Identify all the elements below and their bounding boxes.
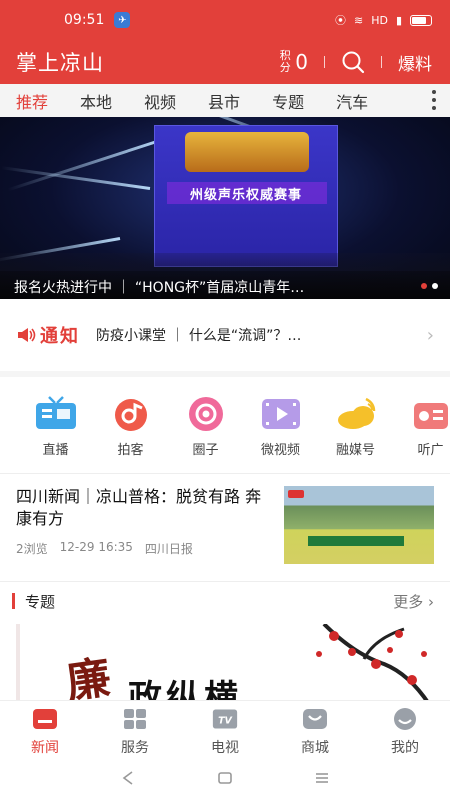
app-title: 掌上凉山: [16, 51, 104, 75]
nav-services[interactable]: 服务: [90, 701, 180, 760]
section-title: 专题: [25, 592, 56, 611]
quick-link-label: 直播: [42, 443, 69, 458]
quick-link-label: 圈子: [192, 443, 219, 458]
app-bar: 掌上凉山 积分 0 爆料: [0, 40, 450, 84]
quick-link-circle[interactable]: 圈子: [168, 395, 243, 473]
nav-label: 电视: [211, 740, 239, 756]
notification-badge-icon: ✈: [114, 12, 131, 28]
nav-news[interactable]: 新闻: [0, 701, 90, 760]
topic-banner[interactable]: 廉 政纵横: [16, 624, 434, 706]
battery-icon: [410, 14, 432, 26]
tab-recommend[interactable]: 推荐: [16, 89, 48, 113]
radio-icon: [408, 395, 450, 433]
wifi-icon: ≋: [353, 13, 364, 27]
back-icon[interactable]: [120, 770, 136, 790]
shop-icon: [302, 707, 328, 731]
status-icons: ⦿ ≋ HD ▮: [335, 12, 432, 28]
quick-link-media[interactable]: 融媒号: [318, 395, 393, 473]
quick-link-label: 微视频: [260, 443, 300, 458]
thumbnail-caption-bar: [308, 536, 404, 546]
news-icon: [32, 707, 58, 731]
topics-section-header: 专题 更多 ›: [0, 582, 450, 620]
signal-icon: ▮: [395, 13, 402, 27]
status-bar: 09:51 ✈ ⦿ ≋ HD ▮: [0, 0, 450, 40]
channel-tabs: 推荐 本地 视频 县市 专题 汽车: [0, 84, 450, 117]
carousel-dots: [421, 283, 438, 289]
chevron-right-icon: ›: [426, 324, 434, 346]
news-meta: 2浏览 12-29 16:35 四川日报: [16, 540, 272, 557]
news-thumbnail: [284, 486, 434, 564]
tab-auto[interactable]: 汽车: [336, 89, 368, 113]
video-icon: [258, 395, 304, 433]
tab-topics[interactable]: 专题: [272, 89, 304, 113]
news-views: 2浏览: [16, 542, 48, 556]
nav-tv[interactable]: TV 电视: [180, 701, 270, 760]
news-source: 四川日报: [144, 542, 193, 556]
tab-counties[interactable]: 县市: [208, 89, 240, 113]
circle-icon: [183, 395, 229, 433]
stage-screen: 州级声乐权威赛事: [154, 125, 338, 267]
more-topics-link[interactable]: 更多 ›: [393, 591, 434, 612]
channel-logo: [288, 490, 304, 498]
notice-label: 通知: [40, 326, 80, 347]
section-accent: [12, 593, 15, 609]
profile-icon: [392, 707, 418, 731]
screen-text: 州级声乐权威赛事: [189, 188, 302, 203]
megaphone-icon: [16, 327, 36, 343]
banner-caption: 报名火热进行中 ｜ “HONG杯”首届凉山青年…: [0, 271, 450, 299]
topic-calligraphy: 廉: [63, 652, 114, 706]
quick-link-paike[interactable]: 拍客: [93, 395, 168, 473]
nav-shop[interactable]: 商城: [270, 701, 360, 760]
points-value: 0: [295, 50, 308, 74]
top-header: 09:51 ✈ ⦿ ≋ HD ▮ 掌上凉山 积分 0 爆料: [0, 0, 450, 84]
location-icon: ⦿: [334, 14, 346, 27]
tv-live-icon: [33, 395, 79, 433]
quick-link-radio[interactable]: 听广: [393, 395, 450, 473]
system-nav-bar: [0, 760, 450, 800]
hero-banner[interactable]: 州级声乐权威赛事 报名火热进行中 ｜ “HONG杯”首届凉山青年…: [0, 117, 450, 299]
stage-light-beam: [1, 166, 151, 190]
tab-video[interactable]: 视频: [144, 89, 176, 113]
quick-link-label: 听广: [417, 443, 444, 458]
bottom-nav: 新闻 服务 TV 电视 商城 我的: [0, 700, 450, 760]
quick-link-microvideo[interactable]: 微视频: [243, 395, 318, 473]
quick-link-live[interactable]: 直播: [18, 395, 93, 473]
nav-label: 我的: [391, 740, 419, 756]
notice-text: 防疫小课堂 ｜ 什么是“流调”？…: [96, 328, 302, 344]
event-logo: [185, 132, 309, 172]
recents-icon[interactable]: [314, 770, 330, 790]
divider: [324, 56, 325, 68]
network-label: HD: [371, 13, 388, 27]
status-time: 09:51: [64, 12, 105, 28]
stage-light-beam: [7, 139, 161, 192]
nav-profile[interactable]: 我的: [360, 701, 450, 760]
points-label: 积分: [279, 49, 291, 74]
nav-label: 新闻: [31, 740, 59, 756]
divider: [381, 56, 382, 68]
tab-local[interactable]: 本地: [80, 89, 112, 113]
news-item[interactable]: 四川新闻｜凉山普格：脱贫有路 奔康有方 2浏览 12-29 16:35 四川日报: [0, 474, 450, 582]
grid-icon: [122, 707, 148, 731]
nav-label: 服务: [121, 740, 149, 756]
tv-icon: TV: [212, 707, 238, 731]
search-icon[interactable]: [341, 50, 365, 74]
more-tabs-icon[interactable]: [432, 90, 436, 110]
points-display[interactable]: 积分 0: [279, 49, 308, 75]
news-headline: 四川新闻｜凉山普格：脱贫有路 奔康有方: [16, 487, 262, 528]
baoliao-button[interactable]: 爆料: [398, 50, 432, 75]
news-time: 12-29 16:35: [59, 540, 133, 554]
cloud-icon: [333, 395, 379, 433]
camera-music-icon: [108, 395, 154, 433]
quick-link-label: 融媒号: [335, 443, 375, 458]
notice-bar[interactable]: 通知 防疫小课堂 ｜ 什么是“流调”？… ›: [0, 299, 450, 377]
plum-blossom-illustration: [316, 624, 431, 706]
svg-text:TV: TV: [218, 715, 232, 726]
quick-link-label: 拍客: [117, 443, 144, 458]
nav-label: 商城: [301, 740, 329, 756]
quick-links: 直播 拍客 圈子 微视频 融媒号 听广: [0, 377, 450, 474]
home-icon[interactable]: [217, 770, 233, 790]
